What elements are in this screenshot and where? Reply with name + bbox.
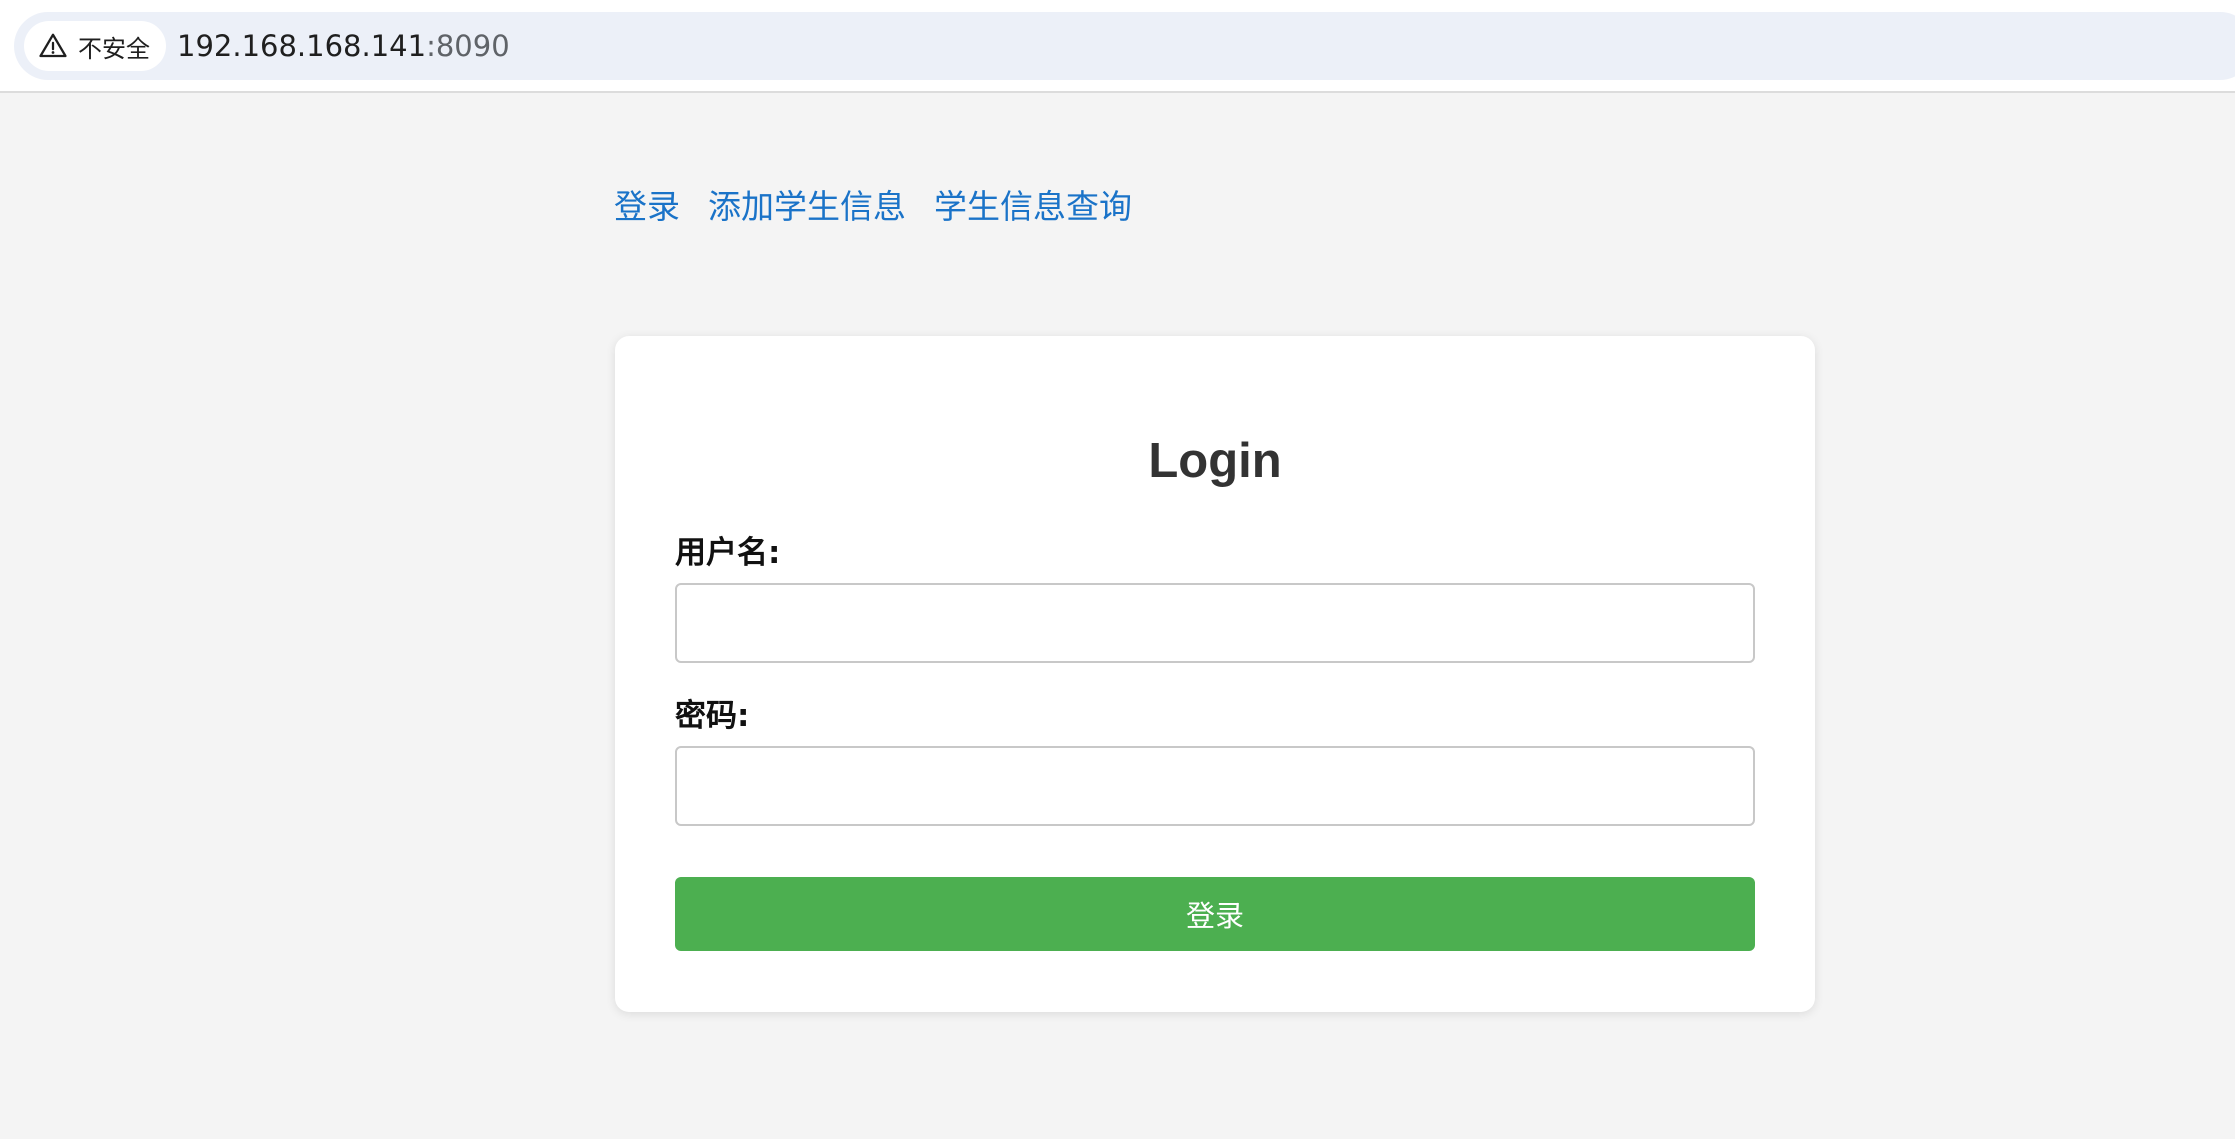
password-label: 密码: xyxy=(675,698,750,734)
url-port: :8090 xyxy=(426,29,510,63)
url-text[interactable]: 192.168.168.141:8090 xyxy=(177,12,510,80)
login-title: Login xyxy=(1148,434,1282,488)
password-input[interactable] xyxy=(675,746,1755,826)
nav-link-login[interactable]: 登录 xyxy=(614,190,680,223)
nav-link-query-student[interactable]: 学生信息查询 xyxy=(934,190,1132,223)
security-label: 不安全 xyxy=(78,34,150,63)
username-input[interactable] xyxy=(675,583,1755,663)
username-label: 用户名: xyxy=(675,535,781,571)
top-nav: 登录 添加学生信息 学生信息查询 xyxy=(614,190,1132,223)
url-host: 192.168.168.141 xyxy=(177,29,427,63)
browser-toolbar: 不安全 192.168.168.141:8090 xyxy=(0,0,2235,93)
nav-link-add-student[interactable]: 添加学生信息 xyxy=(708,190,906,223)
warning-triangle-icon xyxy=(39,33,67,58)
security-indicator[interactable]: 不安全 xyxy=(24,21,166,71)
address-bar[interactable]: 不安全 192.168.168.141:8090 xyxy=(14,12,2235,80)
login-submit-button[interactable]: 登录 xyxy=(675,877,1755,951)
login-card: Login 用户名: 密码: 登录 xyxy=(615,336,1815,1012)
